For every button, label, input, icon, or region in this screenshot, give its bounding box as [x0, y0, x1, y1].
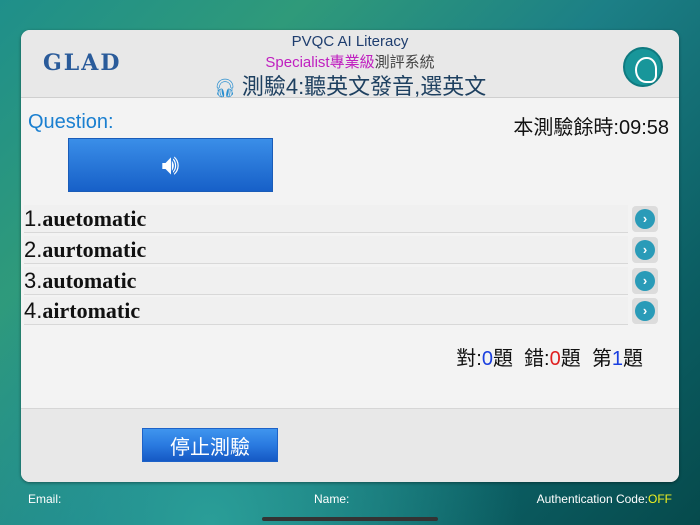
auth-value: OFF — [648, 492, 672, 506]
option-number: 3. — [24, 268, 43, 293]
correct-label: 對: — [456, 348, 482, 370]
unit: 題 — [623, 348, 643, 370]
chevron-right-icon: › — [635, 301, 655, 321]
option-text: airtomatic — [42, 298, 141, 323]
option-number: 4. — [24, 298, 43, 323]
email-label: Email: — [28, 492, 62, 506]
option-select-button[interactable]: › — [632, 298, 658, 324]
app-title: PVQC AI Literacy — [291, 33, 409, 50]
headphones-icon: 🎧︎ — [213, 78, 237, 99]
header: GLAD PVQC AI Literacy Specialist專業級測評系統 … — [21, 30, 679, 101]
option-number: 1. — [24, 206, 43, 231]
home-indicator[interactable] — [262, 517, 438, 521]
speaker-icon: 🔊︎ — [161, 148, 180, 180]
question-number-label: 第 — [591, 348, 612, 370]
ai-brain-icon[interactable] — [623, 47, 663, 87]
auth-code: Authentication Code:OFF — [537, 492, 672, 506]
auth-label: Authentication Code: — [536, 492, 648, 506]
option-number: 2. — [24, 237, 43, 262]
option-3[interactable]: 3.automatic › — [24, 267, 674, 295]
score-status: 對:0題 錯:0題 第1題 — [456, 342, 643, 371]
play-audio-button[interactable]: 🔊︎ — [68, 138, 273, 192]
chevron-right-icon: › — [635, 209, 655, 229]
stop-test-button[interactable]: 停止測驗 — [142, 428, 278, 462]
option-select-button[interactable]: › — [632, 206, 658, 232]
option-select-button[interactable]: › — [632, 237, 658, 263]
chevron-right-icon: › — [635, 271, 655, 291]
unit: 題 — [560, 348, 581, 370]
correct-count: 0 — [481, 348, 493, 370]
question-number: 1 — [611, 348, 623, 370]
footer-bar: 停止測驗 — [21, 408, 679, 482]
wrong-label: 錯: — [524, 348, 550, 370]
test-title-text: 測驗4:聽英文發音,選英文 — [241, 74, 487, 99]
option-1[interactable]: 1.auetomatic › — [24, 205, 674, 233]
option-text: automatic — [42, 268, 137, 293]
main-panel: GLAD PVQC AI Literacy Specialist專業級測評系統 … — [21, 30, 679, 482]
option-2[interactable]: 2.aurtomatic › — [24, 236, 674, 264]
chevron-right-icon: › — [635, 240, 655, 260]
wrong-count: 0 — [549, 348, 561, 370]
test-title: 🎧︎ 測驗4:聽英文發音,選英文 — [21, 69, 679, 101]
option-text: aurtomatic — [42, 237, 147, 262]
timer: 本測驗餘時:09:58 — [513, 117, 669, 139]
unit: 題 — [492, 348, 513, 370]
option-select-button[interactable]: › — [632, 268, 658, 294]
name-label: Name: — [314, 492, 350, 506]
option-text: auetomatic — [42, 206, 147, 231]
question-label: Question: — [28, 111, 114, 133]
option-4[interactable]: 4.airtomatic › — [24, 297, 674, 325]
